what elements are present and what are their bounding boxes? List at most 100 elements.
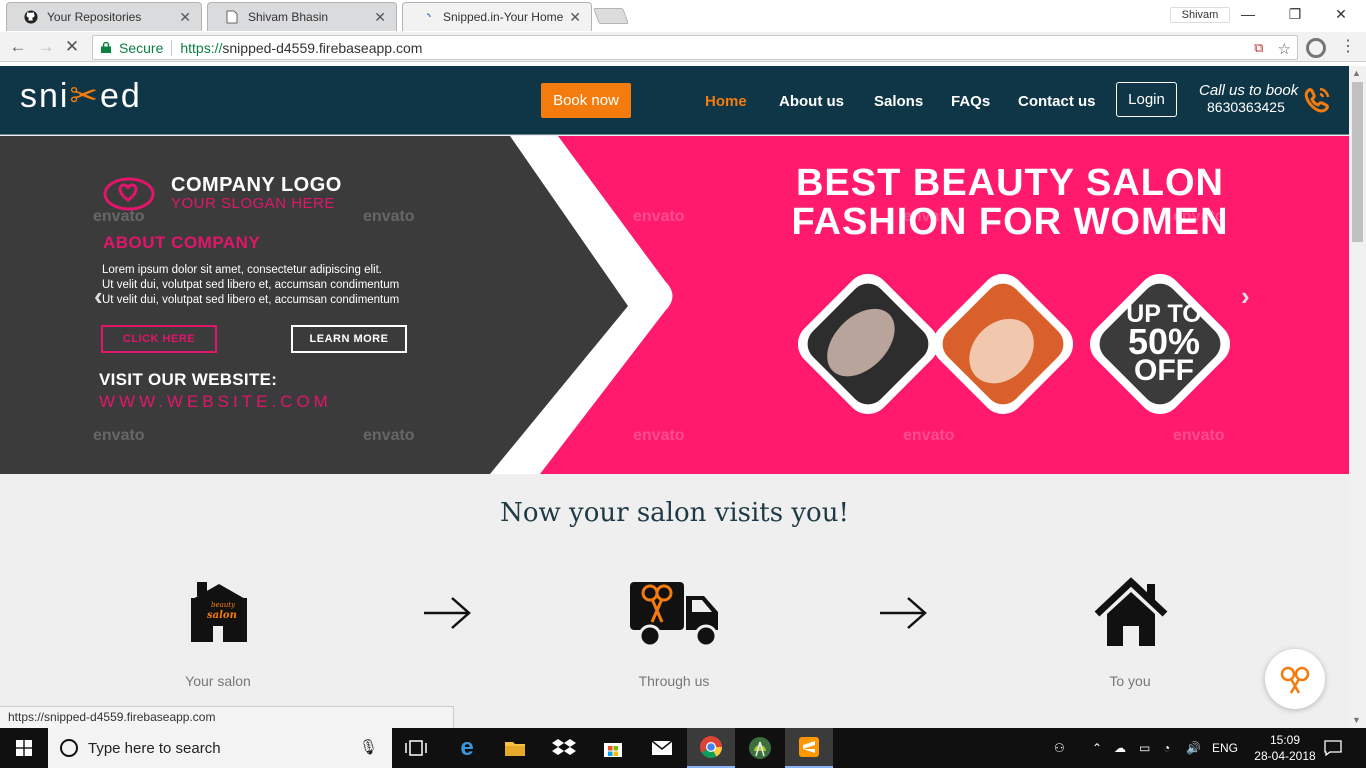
chrome-icon[interactable] [687, 728, 735, 768]
windows-start-button[interactable] [0, 728, 48, 768]
home-icon [1094, 577, 1168, 646]
nav-salons[interactable]: Salons [874, 93, 923, 110]
sublime-text-icon[interactable] [785, 728, 833, 768]
volume-icon[interactable]: 🔊 [1186, 728, 1201, 768]
task-view-icon[interactable] [392, 728, 440, 768]
lorem-line: Ut velit dui, volutpat sed libero et, ac… [102, 294, 400, 306]
website-text: WWW.WEBSITE.COM [99, 392, 332, 411]
onedrive-icon[interactable]: ☁ [1114, 728, 1126, 768]
dropbox-icon[interactable] [540, 728, 588, 768]
banner-learn-more: LEARN MORE [291, 325, 407, 353]
edge-icon[interactable]: e [443, 728, 491, 768]
wifi-icon[interactable]: ◔ [1163, 728, 1170, 768]
phone-icon[interactable] [1299, 82, 1335, 118]
tab-label: Snipped.in-Your Home Sa [443, 10, 564, 24]
github-icon [23, 9, 39, 25]
scroll-down-icon[interactable]: ▼ [1352, 715, 1361, 725]
mail-icon[interactable] [638, 728, 686, 768]
call-us-label: Call us to book [1199, 82, 1299, 99]
url-scheme: https:// [180, 39, 223, 56]
store-icon[interactable] [589, 728, 637, 768]
battery-icon[interactable]: ▭ [1139, 728, 1150, 768]
discount-percent: 50% [1127, 321, 1201, 362]
extension-icon[interactable] [1306, 38, 1326, 58]
visit-website-label: VISIT OUR WEBSITE: [99, 370, 278, 389]
watermark: envato [1173, 427, 1225, 444]
clock-date: 28-04-2018 [1254, 749, 1316, 763]
watermark: envato [363, 427, 415, 444]
login-button[interactable]: Login [1116, 82, 1177, 117]
close-window-icon[interactable]: ✕ [1329, 4, 1353, 24]
watermark: envato [903, 427, 955, 444]
carousel-prev-icon[interactable]: ‹ [94, 281, 103, 312]
omnibox-divider [171, 39, 173, 56]
tab-close-icon[interactable]: ✕ [569, 9, 581, 26]
tab-shivam-bhasin[interactable]: Shivam Bhasin ✕ [207, 2, 397, 31]
chat-fab-button[interactable] [1265, 649, 1325, 709]
tab-close-icon[interactable]: ✕ [179, 9, 191, 26]
scrollbar-thumb[interactable] [1352, 82, 1363, 242]
nav-home[interactable]: Home [705, 93, 747, 110]
lock-icon [101, 42, 111, 53]
windows-logo-icon [16, 740, 32, 756]
delivery-truck-icon [630, 582, 718, 648]
lorem-line: Lorem ipsum dolor sit amet, consectetur … [102, 264, 382, 276]
windows-taskbar: Type here to search 🎙 e ⚇ ⌃ ☁ ▭ ◔ 🔊 ENG … [0, 728, 1366, 768]
carousel-next-icon[interactable]: › [1241, 281, 1250, 312]
file-explorer-icon[interactable] [491, 728, 539, 768]
salon-sign-bottom: salon [207, 610, 237, 621]
arrow-right-icon [880, 597, 927, 629]
address-bar[interactable]: Secure https://snipped-d4559.firebaseapp… [92, 35, 1298, 60]
action-center-icon[interactable] [1324, 728, 1342, 768]
salon-icon: beauty salon [191, 582, 247, 642]
nav-about-us[interactable]: About us [779, 93, 844, 110]
people-icon[interactable]: ⚇ [1054, 728, 1065, 768]
phone-number: 8630363425 [1207, 99, 1285, 115]
banner-click-here: CLICK HERE [101, 325, 217, 353]
loading-icon [419, 9, 435, 25]
browser-toolbar: ← → ✕ Secure https://snipped-d4559.fireb… [0, 32, 1366, 62]
book-now-button[interactable]: Book now [541, 83, 631, 118]
tray-overflow-icon[interactable]: ⌃ [1092, 728, 1102, 768]
back-icon[interactable]: ← [8, 37, 28, 57]
nav-faqs[interactable]: FAQs [951, 93, 990, 110]
profile-button[interactable]: Shivam [1170, 7, 1230, 23]
step-label-your-salon: Your salon [185, 673, 251, 689]
scroll-up-icon[interactable]: ▲ [1352, 68, 1361, 78]
call-to-book[interactable]: Call us to book 8630363425 [1199, 82, 1299, 116]
language-indicator[interactable]: ENG [1212, 728, 1238, 768]
secure-indicator[interactable]: Secure [101, 40, 163, 56]
restore-icon[interactable]: ❐ [1283, 4, 1307, 24]
secure-label: Secure [119, 39, 164, 56]
taskbar-clock[interactable]: 15:09 28-04-2018 [1247, 732, 1323, 764]
url-text[interactable]: https://snipped-d4559.firebaseapp.com [180, 40, 422, 56]
menu-icon[interactable]: ⋮ [1340, 37, 1356, 57]
headline-line-2: FASHION FOR WOMEN [791, 201, 1229, 243]
company-logo-text: COMPANY LOGO [171, 174, 342, 196]
url-host: snipped-d4559.firebaseapp.com [222, 39, 423, 56]
scissors-logo-icon: ✂ [69, 77, 100, 115]
minimize-icon[interactable]: — [1236, 4, 1260, 24]
watermark: envato [93, 427, 145, 444]
bookmark-star-icon[interactable]: ☆ [1278, 40, 1291, 58]
stop-icon[interactable]: ✕ [62, 37, 82, 57]
slogan-text: YOUR SLOGAN HERE [171, 195, 335, 212]
tab-snipped[interactable]: Snipped.in-Your Home Sa ✕ [402, 2, 592, 31]
forward-icon[interactable]: → [36, 37, 56, 57]
snipped-logo[interactable]: sni✂ed [20, 76, 142, 116]
search-placeholder: Type here to search [88, 739, 221, 757]
blocked-popup-icon[interactable]: ⧉ [1254, 40, 1263, 58]
logo-text-start: sni [20, 77, 70, 115]
clock-time: 15:09 [1269, 733, 1301, 747]
android-studio-icon[interactable] [736, 728, 784, 768]
webpage: sni✂ed Book now Home About us Salons FAQ… [0, 66, 1349, 728]
new-tab-button[interactable] [593, 8, 629, 24]
microphone-icon[interactable]: 🎙 [359, 738, 378, 756]
tab-close-icon[interactable]: ✕ [374, 9, 386, 26]
nav-contact-us[interactable]: Contact us [1018, 93, 1096, 110]
taskbar-search[interactable]: Type here to search 🎙 [48, 728, 392, 768]
banner-body-text: Lorem ipsum dolor sit amet, consectetur … [102, 263, 482, 308]
doc-icon [224, 9, 240, 25]
banner-headline: BEST BEAUTY SALON FASHION FOR WOMEN [735, 164, 1285, 242]
tab-your-repositories[interactable]: Your Repositories ✕ [6, 2, 202, 31]
